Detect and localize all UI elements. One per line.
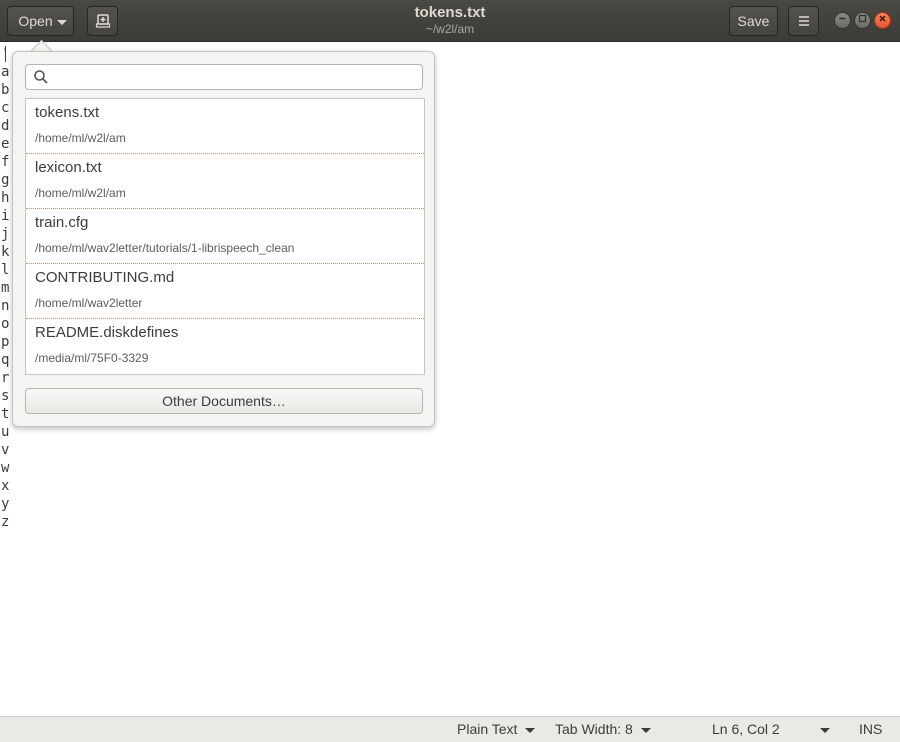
close-icon bbox=[879, 15, 886, 22]
file-path: /home/ml/wav2letter bbox=[35, 296, 143, 310]
file-name: tokens.txt bbox=[35, 104, 100, 121]
new-document-icon bbox=[95, 14, 110, 28]
hamburger-menu-button[interactable] bbox=[788, 6, 819, 36]
file-name: README.diskdefines bbox=[35, 324, 179, 341]
save-button[interactable]: Save bbox=[729, 6, 778, 36]
maximize-button[interactable] bbox=[854, 12, 871, 29]
hamburger-icon bbox=[798, 16, 809, 26]
cursor-position-label: Ln 6, Col 2 bbox=[712, 721, 780, 737]
editor-line: w bbox=[1, 460, 10, 476]
recent-files-list: tokens.txt /home/ml/w2l/am lexicon.txt /… bbox=[25, 98, 425, 375]
minimize-icon bbox=[839, 17, 846, 20]
file-path: /media/ml/75F0-3329 bbox=[35, 351, 149, 365]
search-field[interactable] bbox=[25, 64, 423, 90]
editor-line: y bbox=[1, 496, 10, 512]
file-name: train.cfg bbox=[35, 214, 89, 231]
window-title-area: tokens.txt ~/w2l/am bbox=[300, 4, 600, 37]
file-path: /home/ml/w2l/am bbox=[35, 186, 126, 200]
open-popover: tokens.txt /home/ml/w2l/am lexicon.txt /… bbox=[12, 51, 435, 427]
open-button[interactable]: Open bbox=[7, 6, 74, 36]
recent-file-item[interactable]: lexicon.txt /home/ml/w2l/am bbox=[26, 154, 424, 209]
window-subtitle: ~/w2l/am bbox=[425, 22, 475, 36]
close-button[interactable] bbox=[874, 12, 891, 29]
maximize-icon bbox=[858, 14, 867, 23]
file-path: /home/ml/w2l/am bbox=[35, 131, 126, 145]
minimize-button[interactable] bbox=[834, 12, 851, 29]
editor-line: x bbox=[1, 478, 10, 494]
cursor-position-menu[interactable] bbox=[820, 721, 830, 738]
language-label: Plain Text bbox=[457, 721, 518, 737]
new-document-button[interactable] bbox=[87, 6, 118, 36]
search-input[interactable] bbox=[54, 67, 418, 89]
chevron-down-icon bbox=[525, 727, 536, 733]
insert-mode-indicator: INS bbox=[859, 721, 883, 737]
search-icon bbox=[34, 70, 48, 84]
editor-line: v bbox=[1, 442, 10, 458]
status-bar: Plain Text Tab Width: 8 Ln 6, Col 2 INS bbox=[0, 716, 900, 742]
recent-file-item[interactable]: tokens.txt /home/ml/w2l/am bbox=[26, 99, 424, 154]
file-name: CONTRIBUTING.md bbox=[35, 269, 175, 286]
open-label: Open bbox=[18, 13, 53, 29]
file-path: /home/ml/wav2letter/tutorials/1-librispe… bbox=[35, 241, 295, 255]
chevron-down-icon bbox=[820, 727, 830, 733]
editor-line: z bbox=[1, 514, 10, 530]
other-documents-button[interactable]: Other Documents… bbox=[25, 388, 423, 414]
language-selector[interactable]: Plain Text bbox=[457, 721, 536, 738]
tab-width-selector[interactable]: Tab Width: 8 bbox=[555, 721, 651, 738]
recent-file-item[interactable]: CONTRIBUTING.md /home/ml/wav2letter bbox=[26, 264, 424, 319]
tab-width-label: Tab Width: 8 bbox=[555, 721, 633, 737]
header-bar: Open tokens.txt ~/w2l/am Save bbox=[0, 0, 900, 42]
chevron-down-icon bbox=[56, 19, 67, 25]
chevron-down-icon bbox=[640, 727, 651, 733]
recent-file-item[interactable]: README.diskdefines /media/ml/75F0-3329 bbox=[26, 319, 424, 374]
window-title: tokens.txt bbox=[414, 4, 486, 21]
recent-file-item[interactable]: train.cfg /home/ml/wav2letter/tutorials/… bbox=[26, 209, 424, 264]
file-name: lexicon.txt bbox=[35, 159, 102, 176]
